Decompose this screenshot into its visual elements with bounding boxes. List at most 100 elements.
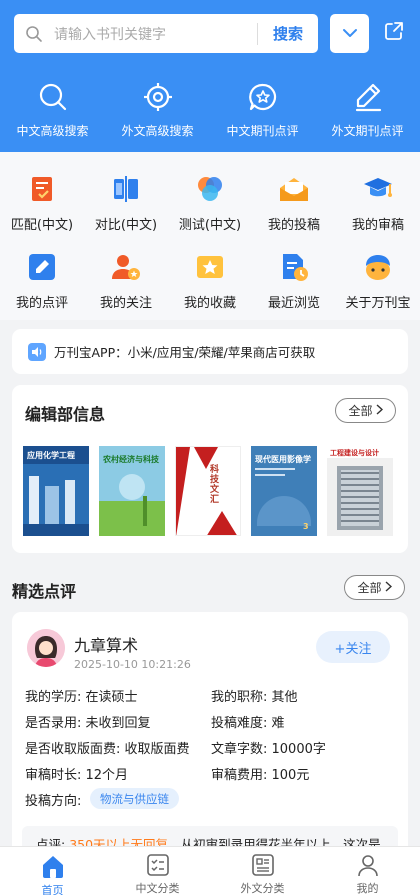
field-accepted: 是否录用: 未收到回复 — [25, 716, 151, 731]
dropdown-button[interactable] — [330, 14, 369, 53]
tool-label: 匹配(中文) — [10, 218, 74, 233]
pen-icon — [351, 80, 385, 114]
tool-about[interactable]: 关于万刊宝 — [336, 250, 420, 311]
follow-button[interactable]: +关注 — [316, 631, 390, 663]
field-review-fee: 审稿费用: 100元 — [211, 768, 310, 783]
tool-label: 我的投稿 — [267, 218, 320, 233]
tab-cn-category[interactable]: 中文分类 — [105, 847, 210, 895]
field-difficulty: 投稿难度: 难 — [211, 716, 285, 731]
cover-title: 工程建设与设计 — [330, 449, 379, 457]
field-page-fee: 是否收取版面费: 收取版面费 — [25, 742, 190, 757]
tool-recent[interactable]: 最近浏览 — [252, 250, 336, 311]
tool-label: 最近浏览 — [267, 296, 320, 311]
review-hat-icon — [361, 172, 395, 206]
reviews-all-button[interactable]: 全部 — [344, 575, 405, 600]
editorial-section: 编辑部信息 全部 应用化学工程 农村经济与科技 科技文汇 现代医用影像学 3 工… — [12, 385, 408, 553]
chevron-down-icon — [341, 24, 359, 43]
tool-grid: 匹配(中文) 对比(中文) 测试(中文) 我的投稿 我的审稿 我的点评 我的关注… — [0, 152, 420, 320]
nav-label: 中文高级搜索 — [16, 124, 89, 138]
nav-label: 外文期刊点评 — [331, 124, 404, 138]
list-check-icon — [145, 853, 171, 877]
test-icon — [193, 172, 227, 206]
tool-label: 对比(中文) — [94, 218, 158, 233]
match-icon — [25, 172, 59, 206]
header: 请输入书刊关键字 搜索 中文高级搜索 外文高级搜索 中文期刊点评 外文期刊点评 — [0, 0, 420, 152]
journal-cover[interactable]: 应用化学工程 — [23, 446, 89, 536]
header-nav: 中文高级搜索 外文高级搜索 中文期刊点评 外文期刊点评 — [0, 80, 420, 139]
speaker-icon — [28, 342, 46, 361]
field-direction-label: 投稿方向: — [25, 794, 82, 809]
tool-my-review[interactable]: 我的审稿 — [336, 172, 420, 233]
nav-en-journal-review[interactable]: 外文期刊点评 — [315, 80, 420, 139]
direction-tag[interactable]: 物流与供应链 — [90, 788, 179, 809]
tool-label: 测试(中文) — [178, 218, 242, 233]
app-notice[interactable]: 万刊宝APP：小米/应用宝/荣耀/苹果商店可获取 — [12, 329, 408, 374]
home-icon — [40, 853, 66, 879]
tab-en-category[interactable]: 外文分类 — [210, 847, 315, 895]
nav-cn-journal-review[interactable]: 中文期刊点评 — [210, 80, 315, 139]
document-grid-icon — [250, 853, 276, 877]
editorial-all-button[interactable]: 全部 — [335, 398, 396, 423]
tool-row: 匹配(中文) 对比(中文) 测试(中文) 我的投稿 我的审稿 — [0, 172, 420, 233]
star-chat-icon — [246, 80, 280, 114]
review-username[interactable]: 九章算术 — [74, 632, 138, 656]
tool-label: 我的关注 — [99, 296, 152, 311]
all-label: 全部 — [348, 404, 373, 418]
comment-edit-icon — [25, 250, 59, 284]
search-icon — [36, 80, 70, 114]
favorite-star-icon — [193, 250, 227, 284]
search-input[interactable]: 请输入书刊关键字 — [54, 24, 257, 44]
review-timestamp: 2025-10-10 10:21:26 — [74, 658, 191, 671]
nav-en-advanced-search[interactable]: 外文高级搜索 — [105, 80, 210, 139]
cover-title: 农村经济与科技 — [103, 455, 159, 464]
tool-my-favorites[interactable]: 我的收藏 — [168, 250, 252, 311]
tool-label: 我的点评 — [15, 296, 68, 311]
tool-compare[interactable]: 对比(中文) — [84, 172, 168, 233]
section-title: 编辑部信息 — [25, 405, 106, 424]
cover-title: 应用化学工程 — [27, 451, 75, 460]
field-word-count: 文章字数: 10000字 — [211, 742, 326, 757]
tab-label: 首页 — [41, 884, 64, 895]
tab-label: 外文分类 — [240, 882, 285, 895]
chevron-right-icon — [376, 403, 383, 418]
journal-cover[interactable]: 科技文汇 — [175, 446, 241, 536]
chevron-right-icon — [385, 580, 392, 595]
nav-label: 中文期刊点评 — [226, 124, 299, 138]
all-label: 全部 — [357, 581, 382, 595]
share-button[interactable] — [380, 19, 408, 47]
tool-test[interactable]: 测试(中文) — [168, 172, 252, 233]
submission-icon — [277, 172, 311, 206]
tool-label: 我的收藏 — [183, 296, 236, 311]
journal-cover[interactable]: 工程建设与设计 — [327, 446, 393, 536]
review-card[interactable]: 九章算术 2025-10-10 10:21:26 +关注 我的学历: 在读硕士 … — [12, 612, 408, 862]
user-icon — [355, 853, 381, 877]
tab-mine[interactable]: 我的 — [315, 847, 420, 895]
share-icon — [383, 20, 405, 46]
mascot-icon — [361, 250, 395, 284]
follow-user-icon — [109, 250, 143, 284]
journal-cover[interactable]: 农村经济与科技 — [99, 446, 165, 536]
tab-label: 中文分类 — [135, 882, 180, 895]
tool-label: 关于万刊宝 — [345, 296, 411, 311]
journal-cover[interactable]: 现代医用影像学 3 — [251, 446, 317, 536]
journal-covers: 应用化学工程 农村经济与科技 科技文汇 现代医用影像学 3 工程建设与设计 — [23, 446, 393, 536]
search-icon — [14, 14, 54, 53]
section-title: 精选点评 — [12, 582, 77, 601]
notice-text: 万刊宝APP：小米/应用宝/荣耀/苹果商店可获取 — [54, 345, 316, 360]
search-box[interactable]: 请输入书刊关键字 搜索 — [14, 14, 318, 53]
nav-cn-advanced-search[interactable]: 中文高级搜索 — [0, 80, 105, 139]
tool-my-comment[interactable]: 我的点评 — [0, 250, 84, 311]
field-review-time: 审稿时长: 12个月 — [25, 768, 129, 783]
tool-match[interactable]: 匹配(中文) — [0, 172, 84, 233]
tool-row: 我的点评 我的关注 我的收藏 最近浏览 关于万刊宝 — [0, 250, 420, 311]
compare-icon — [109, 172, 143, 206]
tool-label: 我的审稿 — [351, 218, 404, 233]
tool-my-follow[interactable]: 我的关注 — [84, 250, 168, 311]
tab-home[interactable]: 首页 — [0, 847, 105, 895]
nav-label: 外文高级搜索 — [121, 124, 194, 138]
recent-doc-icon — [277, 250, 311, 284]
tool-my-submission[interactable]: 我的投稿 — [252, 172, 336, 233]
avatar[interactable] — [27, 629, 65, 667]
cover-title: 科技文汇 — [210, 465, 220, 505]
search-button[interactable]: 搜索 — [258, 23, 318, 44]
